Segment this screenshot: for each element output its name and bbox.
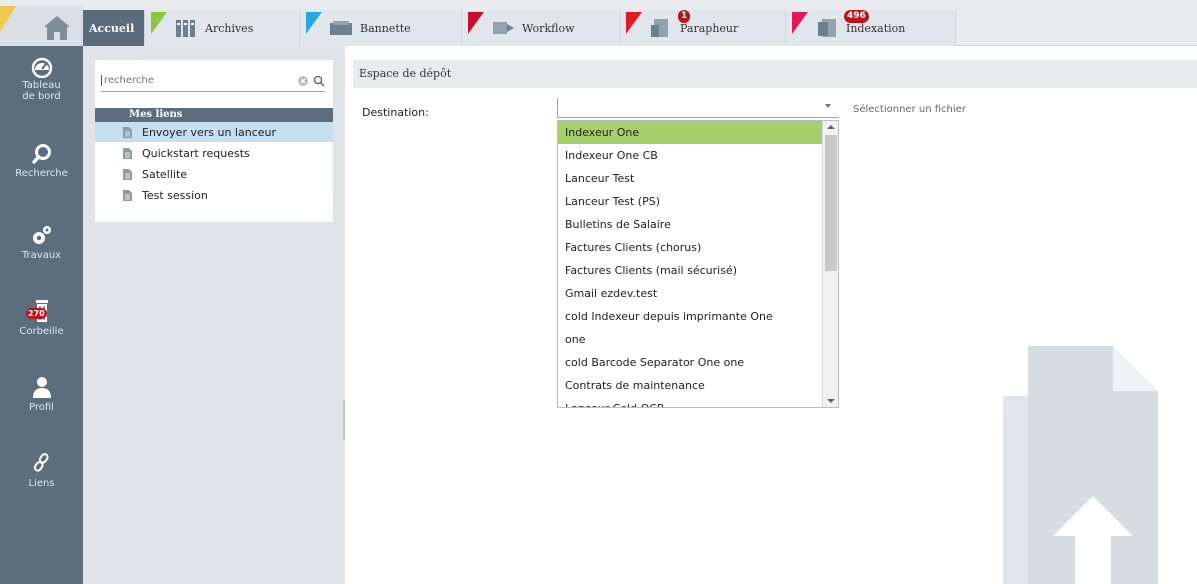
link-icon [33,453,49,472]
corbeille-badge: 270 [26,308,47,319]
tab-flag [151,12,167,34]
chevron-down-icon[interactable] [825,104,831,108]
sidebar-label: Recherche [15,168,68,179]
file-upload-icon [1003,346,1158,584]
sidebar-label: Liens [28,478,55,489]
workflow-icon [493,22,514,34]
tab-workflow[interactable]: Workflow [462,10,620,46]
sidebar-item-travaux[interactable]: Travaux [0,222,83,261]
tab-flag [626,12,642,34]
search-icon[interactable] [313,75,325,87]
section-title: Espace de dépôt [353,60,1197,88]
sidebar-label-line2: de bord [22,91,61,102]
tab-label: Workflow [522,21,575,35]
sidebar-label-line1: Tableau [22,80,61,91]
gears-icon [32,226,51,244]
tab-label: Bannette [360,21,411,35]
document-icon [123,189,132,201]
indexation-label: Indexation [846,21,906,35]
links-search-input[interactable] [101,75,293,86]
document-icon [123,147,132,159]
app-window: Accueil Archives Bannette Workflow 1 Par… [0,0,1197,584]
user-icon [32,377,51,398]
home-button[interactable] [0,6,83,46]
link-label: Satellite [142,167,188,181]
scroll-thumb[interactable] [825,135,837,271]
links-panel: Mes liens Envoyer vers un lanceur Quicks… [83,46,345,584]
links-header: Mes liens [95,108,333,122]
tab-bannette[interactable]: Bannette [300,10,462,46]
tab-archives[interactable]: Archives [145,10,300,46]
destination-dropdown: Indexeur One Indexeur One CB Lanceur Tes… [557,120,839,408]
sidebar-label: Corbeille [19,326,64,337]
parapheur-badge: 1 [678,9,691,23]
dropdown-option[interactable]: cold Barcode Separator One one [558,351,822,374]
tray-icon [330,21,352,35]
dropdown-option[interactable]: Lanceur Test [558,167,822,190]
dropdown-option[interactable]: Bulletins de Salaire [558,213,822,236]
tab-flag [468,12,484,34]
scroll-up-icon[interactable] [827,125,835,129]
sidebar-item-liens[interactable]: Liens [0,450,83,489]
search-icon [31,144,51,164]
clear-icon[interactable] [297,75,309,87]
dashboard-icon [31,57,52,78]
dropdown-option[interactable]: Indexeur One CB [558,144,822,167]
tab-label: 496 Indexation [844,9,906,35]
sidebar-item-search[interactable]: Recherche [0,142,83,179]
tab-label: 1 Parapheur [678,9,739,35]
dropdown-option[interactable]: cold Indexeur depuis imprimante One [558,305,822,328]
scroll-down-icon[interactable] [827,399,835,403]
link-label: Test session [142,188,208,202]
dropdown-option[interactable]: Indexeur One [558,121,822,144]
sidebar-label: Profil [29,402,54,413]
sidebar-label: Travaux [21,250,62,261]
dropdown-scrollbar[interactable] [822,121,838,407]
tab-flag [792,12,808,34]
dropdown-option[interactable]: Gmail ezdev.test [558,282,822,305]
links-box: Mes liens Envoyer vers un lanceur Quicks… [95,60,333,222]
list-item[interactable]: Envoyer vers un lanceur [95,122,333,142]
home-icon [44,16,70,40]
indexation-badge: 496 [844,9,869,23]
dropdown-option[interactable]: one [558,328,822,351]
tab-label: Archives [205,21,254,35]
link-label: Envoyer vers un lanceur [142,125,277,139]
document-icon [123,168,132,180]
destination-select[interactable] [557,98,839,118]
parapheur-label: Parapheur [680,21,739,35]
sidebar-item-dashboard[interactable]: Tableau de bord [0,56,83,102]
tab-flag [306,12,322,34]
document-icon [123,126,132,138]
indexation-icon [818,19,836,37]
link-label: Quickstart requests [142,146,250,160]
select-file-button[interactable]: Sélectionner un fichier [853,104,966,115]
links-search [101,70,325,92]
dropdown-option[interactable]: Factures Clients (mail sécurisé) [558,259,822,282]
dropdown-option[interactable]: Lanceur Cold OCR [558,397,822,407]
parapheur-icon [651,19,668,37]
list-item[interactable]: Quickstart requests [95,143,333,163]
main-content: Espace de dépôt Destination: Sélectionne… [345,46,1197,584]
list-item[interactable]: Test session [95,185,333,205]
sidebar-item-profil[interactable]: Profil [0,374,83,413]
home-corner-flag [0,6,16,32]
dropdown-option[interactable]: Contrats de maintenance [558,374,822,397]
tab-indexation[interactable]: 496 Indexation [786,9,956,46]
dropdown-option[interactable]: Factures Clients (chorus) [558,236,822,259]
top-navigation-bar: Accueil Archives Bannette Workflow 1 Par… [0,0,1197,46]
list-item[interactable]: Satellite [95,164,333,184]
sidebar-item-corbeille[interactable]: 270 Corbeille [0,298,83,337]
destination-label: Destination: [362,106,429,119]
archives-icon [176,20,195,37]
tab-label: Accueil [89,21,135,35]
tab-parapheur[interactable]: 1 Parapheur [620,9,786,46]
left-sidebar: Tableau de bord Recherche Travaux 270 Co… [0,46,83,584]
tab-accueil[interactable]: Accueil [83,10,145,46]
dropdown-option[interactable]: Lanceur Test (PS) [558,190,822,213]
